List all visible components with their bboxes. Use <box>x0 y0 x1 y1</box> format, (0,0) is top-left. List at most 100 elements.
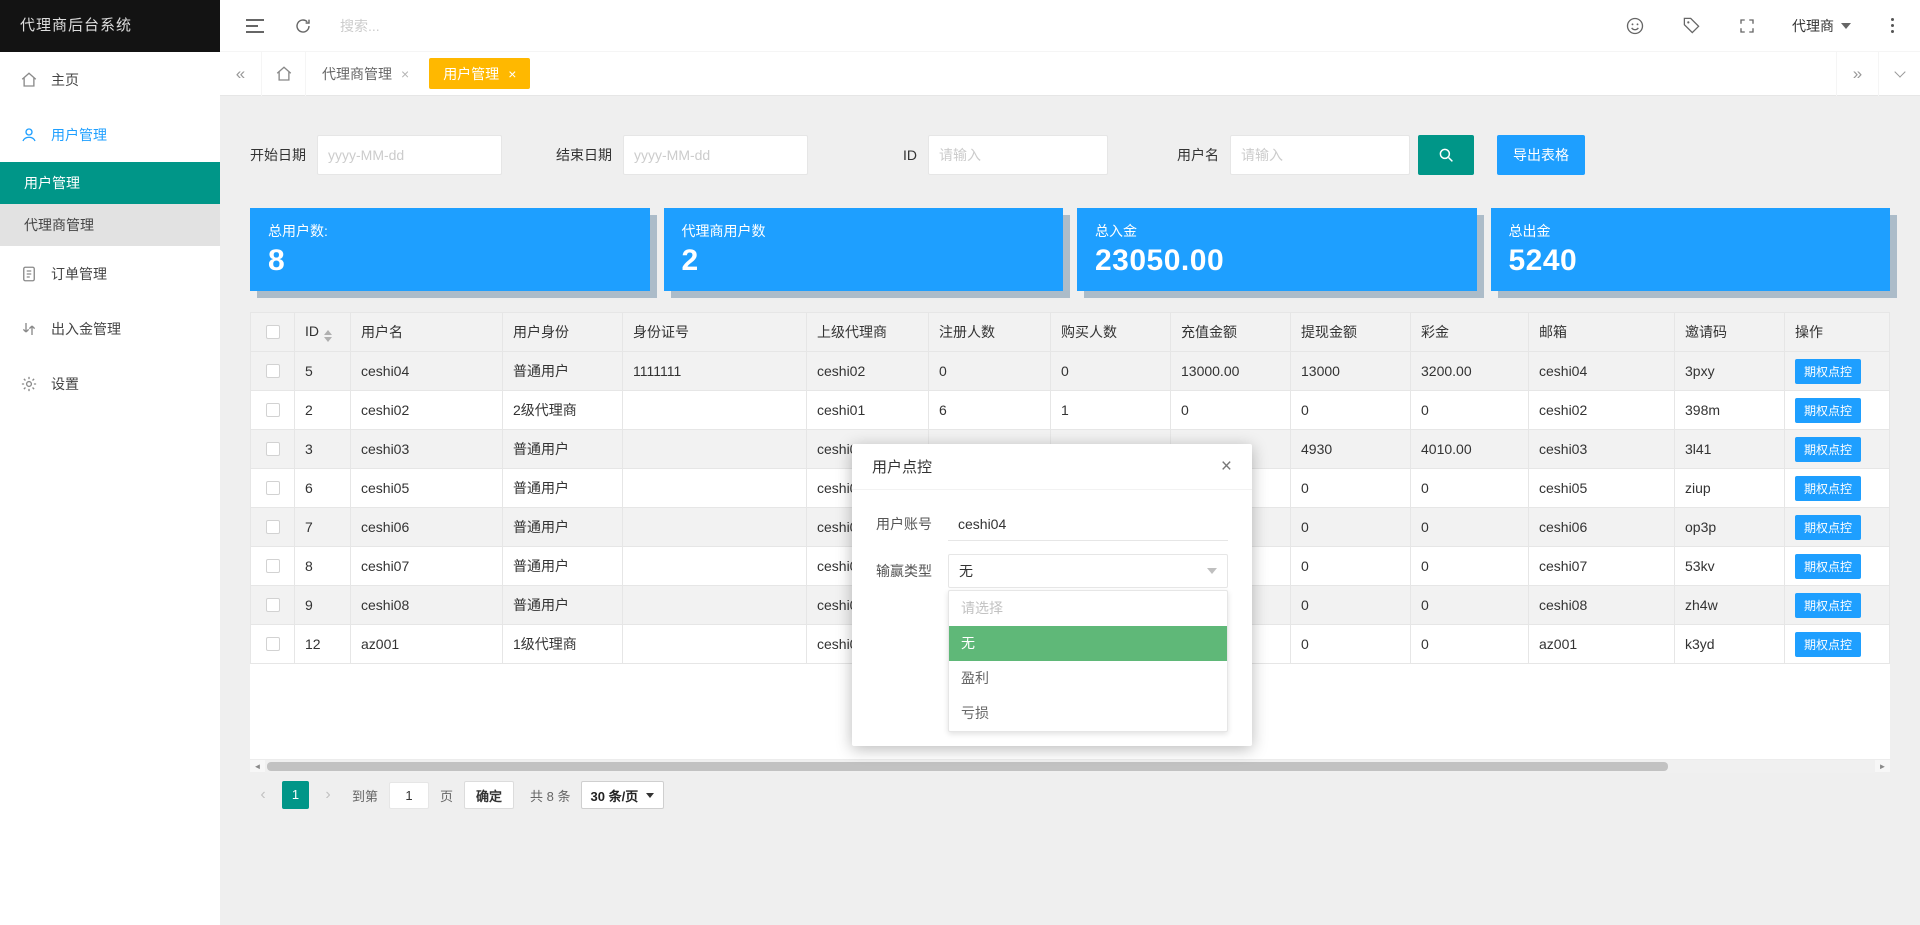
account-input[interactable] <box>948 507 1228 541</box>
chevron-down-icon <box>1841 23 1851 29</box>
sidebar-item-label: 用户管理 <box>51 125 107 145</box>
tab-home-icon[interactable] <box>262 52 306 96</box>
close-icon[interactable]: × <box>1221 457 1232 476</box>
sidebar-subitem-user-management[interactable]: 用户管理 <box>0 162 220 204</box>
table-cell: 0 <box>929 352 1051 391</box>
dropdown-option-profit[interactable]: 盈利 <box>949 661 1227 696</box>
chevron-down-icon <box>1207 568 1217 574</box>
table-cell: ceshi03 <box>351 430 503 469</box>
sidebar-item-funds-management[interactable]: 出入金管理 <box>0 301 220 356</box>
table-cell: ceshi01 <box>807 391 929 430</box>
username-filter-input[interactable] <box>1230 135 1410 175</box>
sidebar-item-label: 订单管理 <box>51 264 107 284</box>
table-cell: 0 <box>1051 352 1171 391</box>
next-page-button[interactable]: › <box>315 781 341 809</box>
horizontal-scrollbar[interactable]: ◄ ► <box>250 759 1890 772</box>
sidebar-item-user-management[interactable]: 用户管理 <box>0 107 220 162</box>
dropdown-option-placeholder[interactable]: 请选择 <box>949 591 1227 626</box>
goto-label: 到第 <box>352 786 378 805</box>
option-control-button[interactable]: 期权点控 <box>1795 437 1861 462</box>
tab-user-management[interactable]: 用户管理 × <box>429 58 530 89</box>
fullscreen-icon[interactable] <box>1736 15 1758 37</box>
tab-close-icon[interactable]: × <box>508 66 516 82</box>
column-header: 邮箱 <box>1529 313 1675 352</box>
prev-page-button[interactable]: ‹ <box>250 781 276 809</box>
refresh-icon[interactable] <box>292 15 314 37</box>
tabs-scroll-right-icon[interactable]: » <box>1836 52 1878 96</box>
winloss-type-value: 无 <box>959 561 973 581</box>
gear-icon <box>20 375 38 393</box>
sidebar-item-order-management[interactable]: 订单管理 <box>0 246 220 301</box>
page-number-input[interactable] <box>389 782 429 809</box>
username-filter-label: 用户名 <box>1177 145 1219 165</box>
stat-value: 23050.00 <box>1095 244 1459 278</box>
table-cell: 1级代理商 <box>503 625 623 664</box>
row-checkbox[interactable] <box>266 481 280 495</box>
table-cell: ceshi06 <box>1529 508 1675 547</box>
column-header: 邀请码 <box>1675 313 1785 352</box>
order-icon <box>20 265 38 283</box>
tab-agent-management[interactable]: 代理商管理 × <box>306 52 425 96</box>
table-cell: ceshi02 <box>351 391 503 430</box>
table-cell: 6 <box>295 469 351 508</box>
scroll-left-icon[interactable]: ◄ <box>250 760 265 773</box>
table-cell: 13000.00 <box>1171 352 1291 391</box>
scrollbar-track[interactable] <box>265 760 1875 773</box>
theme-face-icon[interactable] <box>1624 15 1646 37</box>
option-control-button[interactable]: 期权点控 <box>1795 476 1861 501</box>
table-cell: 2 <box>295 391 351 430</box>
sort-icon[interactable] <box>324 330 332 342</box>
more-menu-icon[interactable] <box>1885 16 1900 35</box>
option-control-button[interactable]: 期权点控 <box>1795 593 1861 618</box>
tag-icon[interactable] <box>1680 15 1702 37</box>
confirm-page-button[interactable]: 确定 <box>464 781 514 809</box>
winloss-type-select[interactable]: 无 <box>948 554 1228 588</box>
sidebar-item-home[interactable]: 主页 <box>0 52 220 107</box>
current-page-button[interactable]: 1 <box>282 781 309 809</box>
scroll-right-icon[interactable]: ► <box>1875 760 1890 773</box>
end-date-input[interactable] <box>623 135 808 175</box>
export-table-button[interactable]: 导出表格 <box>1497 135 1585 175</box>
user-dropdown[interactable]: 代理商 <box>1792 16 1851 36</box>
row-checkbox[interactable] <box>266 637 280 651</box>
per-page-select[interactable]: 30 条/页 <box>581 781 665 809</box>
option-control-button[interactable]: 期权点控 <box>1795 398 1861 423</box>
collapse-sidebar-icon[interactable] <box>244 15 266 37</box>
select-all-checkbox[interactable] <box>266 325 280 339</box>
row-checkbox[interactable] <box>266 403 280 417</box>
modal-body: 用户账号 输赢类型 无 请选择 无 盈利 亏损 <box>852 490 1252 746</box>
sidebar-subitem-agent-management[interactable]: 代理商管理 <box>0 204 220 246</box>
tab-close-icon[interactable]: × <box>401 66 409 82</box>
sidebar-submenu: 用户管理 代理商管理 <box>0 162 220 246</box>
row-checkbox[interactable] <box>266 364 280 378</box>
search-button[interactable] <box>1418 135 1474 175</box>
sidebar-item-settings[interactable]: 设置 <box>0 356 220 411</box>
scrollbar-thumb[interactable] <box>267 762 1668 771</box>
row-checkbox[interactable] <box>266 520 280 534</box>
table-cell: 0 <box>1291 586 1411 625</box>
table-cell: 普通用户 <box>503 547 623 586</box>
id-filter-input[interactable] <box>928 135 1108 175</box>
tabs-menu-icon[interactable] <box>1878 52 1920 96</box>
row-checkbox[interactable] <box>266 442 280 456</box>
table-cell: op3p <box>1675 508 1785 547</box>
user-dropdown-label: 代理商 <box>1792 16 1834 36</box>
option-control-button[interactable]: 期权点控 <box>1795 632 1861 657</box>
column-header-id[interactable]: ID <box>295 313 351 352</box>
table-cell: ceshi04 <box>1529 352 1675 391</box>
search-input[interactable] <box>340 11 515 41</box>
option-control-button[interactable]: 期权点控 <box>1795 359 1861 384</box>
dropdown-option-loss[interactable]: 亏损 <box>949 696 1227 731</box>
dropdown-option-none[interactable]: 无 <box>949 626 1227 661</box>
row-checkbox[interactable] <box>266 559 280 573</box>
table-cell: ceshi07 <box>1529 547 1675 586</box>
tabs-scroll-left-icon[interactable]: « <box>220 52 262 96</box>
app-logo: 代理商后台系统 <box>0 0 220 52</box>
page-unit-label: 页 <box>440 786 453 805</box>
row-checkbox[interactable] <box>266 598 280 612</box>
option-control-button[interactable]: 期权点控 <box>1795 554 1861 579</box>
table-cell: 1 <box>1051 391 1171 430</box>
option-control-button[interactable]: 期权点控 <box>1795 515 1861 540</box>
start-date-input[interactable] <box>317 135 502 175</box>
sidebar: 代理商后台系统 主页 用户管理 用户管理 代理商管理 订单管理 出入金管理 设置 <box>0 0 220 925</box>
